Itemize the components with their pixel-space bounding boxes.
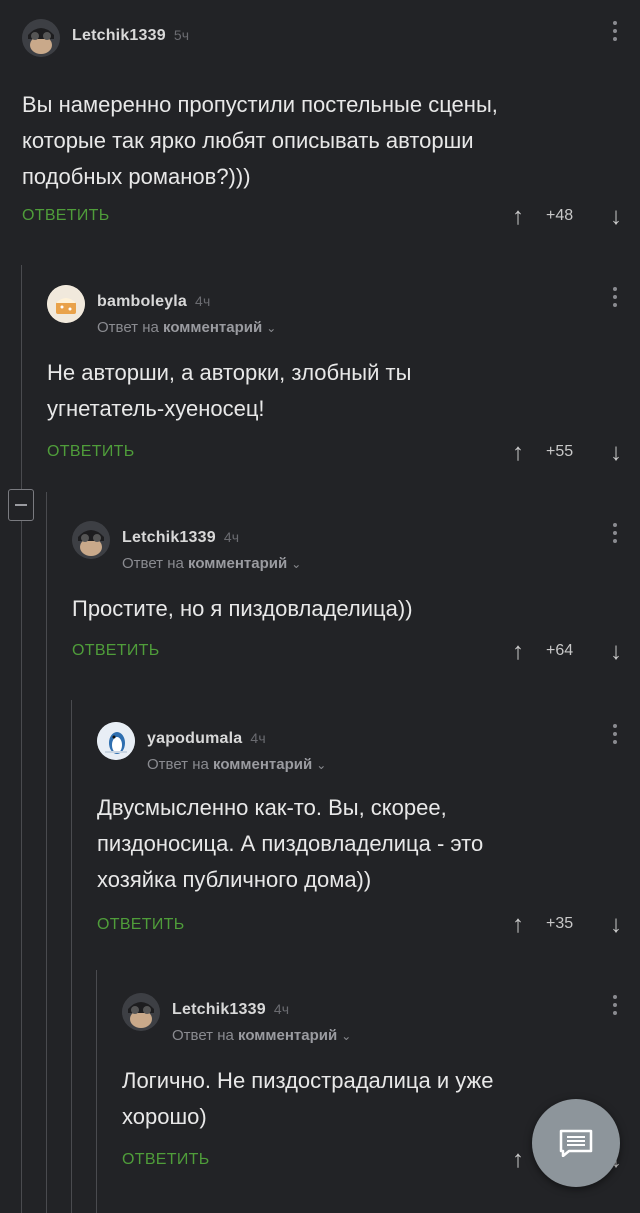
rating-widget: ↑ +48 ↓	[512, 204, 622, 230]
avatar-pilot[interactable]	[122, 993, 160, 1031]
arrow-down-icon[interactable]: ↓	[610, 639, 622, 665]
avatar-cake[interactable]	[47, 285, 85, 323]
chevron-down-icon: ⌄	[291, 557, 302, 571]
more-options-icon[interactable]	[612, 523, 618, 549]
reply-button[interactable]: ОТВЕТИТЬ	[22, 207, 110, 225]
comment-list-icon	[559, 1129, 593, 1157]
comment-text: Простите, но я пиздовладелица))	[72, 596, 413, 621]
rating-score: +55	[546, 443, 574, 460]
rating-widget: ↑ +55 ↓	[512, 440, 622, 466]
more-options-icon[interactable]	[612, 21, 618, 47]
arrow-up-icon[interactable]: ↑	[512, 204, 524, 230]
thread-line-3	[71, 700, 72, 1213]
comment-time: 4ч	[250, 730, 266, 746]
rating-widget: ↑ +64 ↓	[512, 639, 622, 665]
more-options-icon[interactable]	[612, 287, 618, 313]
reply-button[interactable]: ОТВЕТИТЬ	[72, 642, 160, 660]
rating-score: +64	[546, 642, 574, 659]
avatar-pilot[interactable]	[72, 521, 110, 559]
author-name[interactable]: Letchik1339 5ч	[72, 27, 189, 45]
rating-score: +48	[546, 207, 574, 224]
reply-to-link[interactable]: Ответ на комментарий ⌄	[147, 756, 326, 773]
arrow-down-icon[interactable]: ↓	[610, 912, 622, 938]
arrow-down-icon[interactable]: ↓	[610, 440, 622, 466]
reply-button[interactable]: ОТВЕТИТЬ	[122, 1151, 210, 1169]
comment-text: Вы намеренно пропустили постельные сцены…	[22, 92, 498, 189]
chevron-down-icon: ⌄	[266, 321, 277, 335]
more-options-icon[interactable]	[612, 995, 618, 1021]
comment-text: Логично. Не пиздострадалица и уже хорошо…	[122, 1068, 494, 1129]
comment-2: bamboleyla 4ч Ответ на комментарий ⌄ Не ав…	[47, 285, 640, 470]
author-name[interactable]: Letchik1339 4ч	[172, 1001, 289, 1019]
comment-time: 5ч	[173, 27, 190, 43]
comment-time: 4ч	[273, 1001, 290, 1017]
thread-line-1	[21, 265, 22, 1213]
reply-to-link[interactable]: Ответ на комментарий ⌄	[97, 319, 276, 336]
reply-to-link[interactable]: Ответ на комментарий ⌄	[172, 1027, 351, 1044]
comment-text: Не авторши, а авторки, злобный ты угнета…	[47, 360, 412, 421]
arrow-down-icon[interactable]: ↓	[610, 204, 622, 230]
reply-to-link[interactable]: Ответ на комментарий ⌄	[122, 555, 301, 572]
rating-score: +35	[546, 915, 574, 932]
avatar-pilot[interactable]	[22, 19, 60, 57]
comment-4: yapodumala 4ч Ответ на комментарий ⌄ Двусм…	[97, 722, 640, 942]
author-name[interactable]: Letchik1339 4ч	[122, 529, 239, 547]
author-name[interactable]: bamboleyla 4ч	[97, 293, 211, 311]
arrow-up-icon[interactable]: ↑	[512, 639, 524, 665]
reply-button[interactable]: ОТВЕТИТЬ	[97, 916, 185, 934]
comment-time: 4ч	[195, 293, 211, 309]
comment-text: Двусмысленно как-то. Вы, скорее, пиздоно…	[97, 795, 484, 892]
avatar-penguin[interactable]	[97, 722, 135, 760]
arrow-up-icon[interactable]: ↑	[512, 1147, 524, 1173]
thread-line-2	[46, 492, 47, 1213]
thread-line-4	[96, 970, 97, 1213]
arrow-up-icon[interactable]: ↑	[512, 912, 524, 938]
arrow-up-icon[interactable]: ↑	[512, 440, 524, 466]
comment-time: 4ч	[223, 529, 240, 545]
comment-1: Letchik1339 5ч Вы намеренно пропустили по…	[22, 19, 640, 239]
comments-fab-button[interactable]	[532, 1099, 620, 1187]
author-name[interactable]: yapodumala 4ч	[147, 730, 266, 748]
reply-button[interactable]: ОТВЕТИТЬ	[47, 443, 135, 461]
comment-3: Letchik1339 4ч Ответ на комментарий ⌄ Прос…	[72, 521, 640, 671]
chevron-down-icon: ⌄	[341, 1029, 352, 1043]
rating-widget: ↑ +35 ↓	[512, 912, 622, 938]
more-options-icon[interactable]	[612, 724, 618, 750]
chevron-down-icon: ⌄	[316, 758, 327, 772]
collapse-thread-button[interactable]	[8, 489, 34, 521]
